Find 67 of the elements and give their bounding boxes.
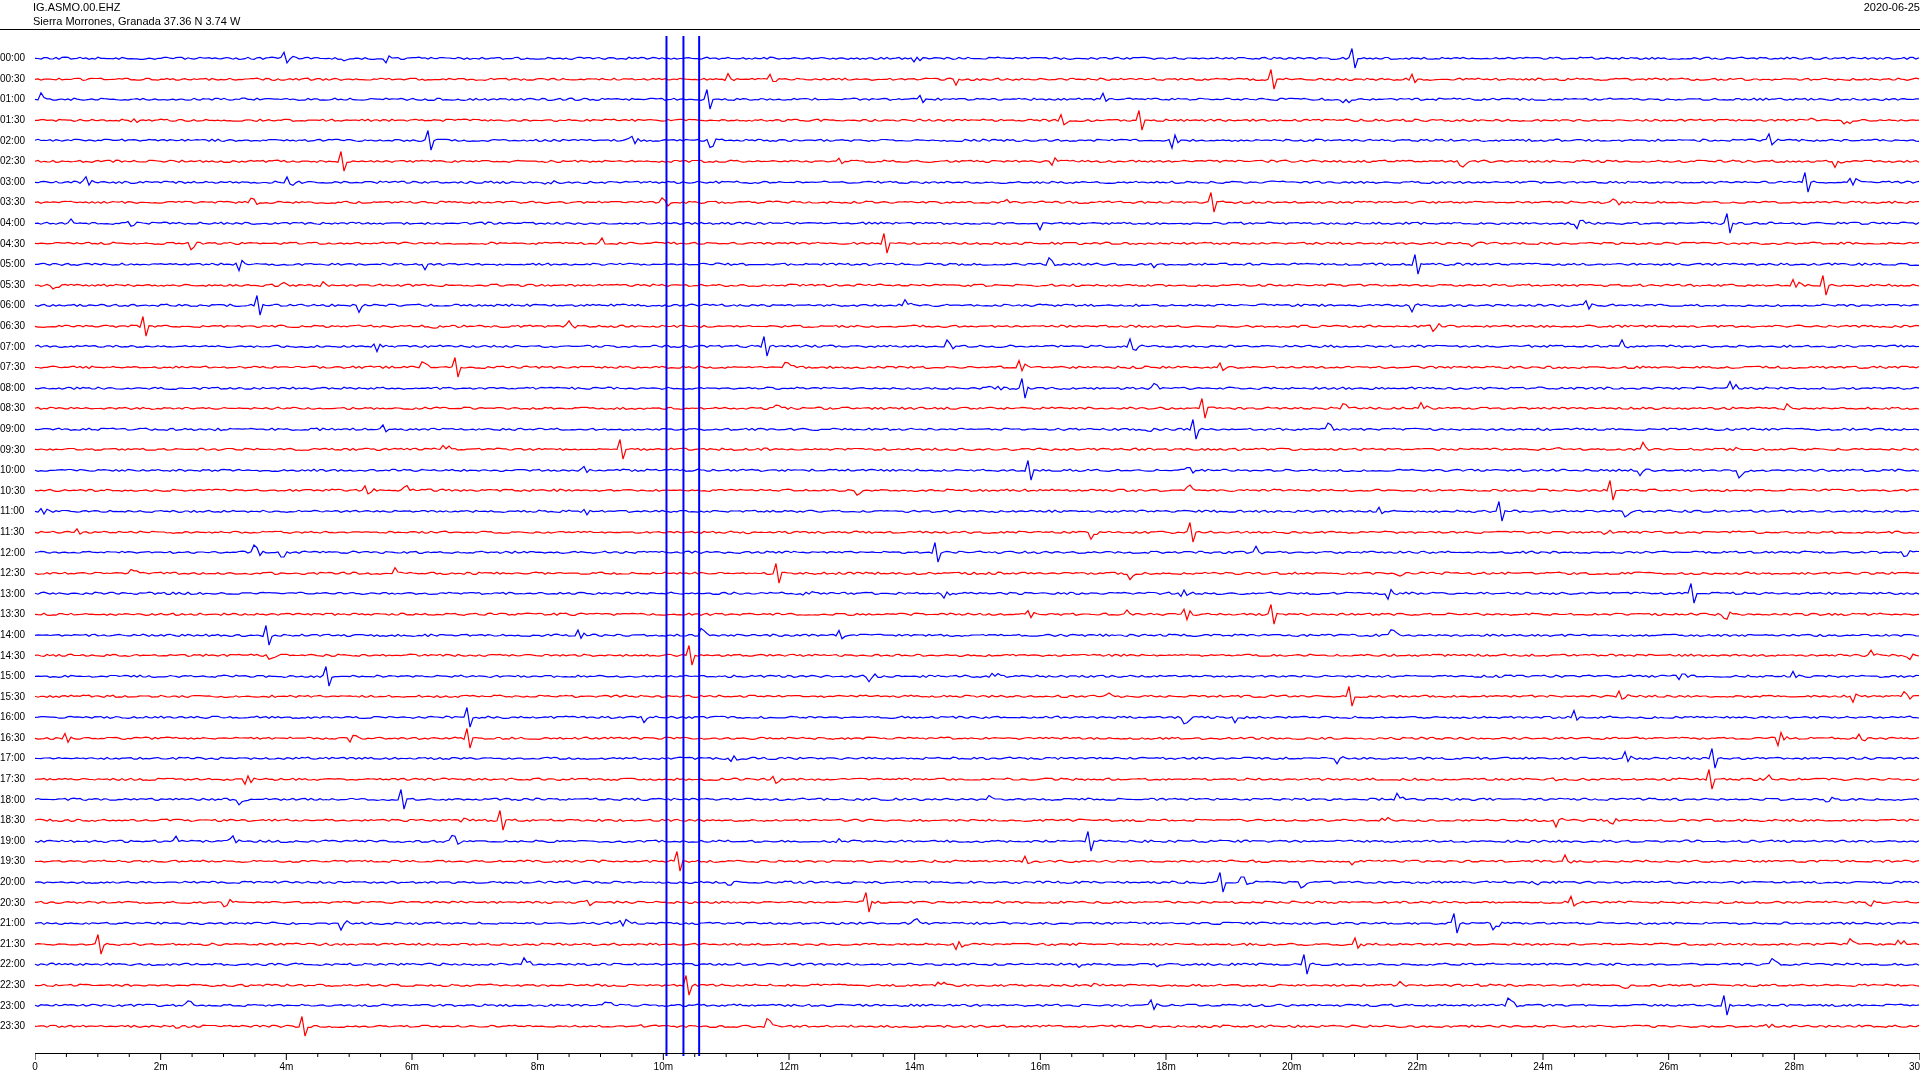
time-label: 10:30 (0, 485, 27, 496)
time-label: 18:00 (0, 794, 27, 805)
time-label: 15:30 (0, 691, 27, 702)
axis-label: 4m (279, 1061, 294, 1072)
time-label: 04:30 (0, 238, 27, 249)
time-label: 03:00 (0, 176, 27, 187)
time-label: 02:00 (0, 135, 27, 146)
time-label: 16:30 (0, 732, 27, 743)
time-label: 08:30 (0, 403, 27, 414)
time-label: 17:00 (0, 753, 27, 764)
time-label: 05:30 (0, 279, 27, 290)
date-label: 2020-06-25 (1863, 0, 1920, 14)
axis-label: 10m (653, 1061, 674, 1072)
axis-label: 30 (1908, 1061, 1920, 1072)
time-label: 21:30 (0, 938, 27, 949)
time-label: 11:30 (0, 526, 26, 537)
time-label: 22:30 (0, 980, 27, 990)
time-label: 17:30 (0, 774, 27, 785)
time-label: 12:00 (0, 547, 27, 558)
time-label: 22:00 (0, 959, 27, 970)
time-label: 08:00 (0, 382, 27, 393)
time-label: 14:00 (0, 629, 27, 640)
time-label: 23:30 (0, 1021, 27, 1032)
time-label: 06:30 (0, 321, 27, 331)
axis-label: 14m (904, 1061, 925, 1072)
axis-label: 6m (405, 1061, 419, 1072)
time-label: 04:00 (0, 218, 27, 229)
time-label: 13:30 (0, 609, 27, 620)
time-label: 12:30 (0, 568, 27, 579)
time-label: 05:00 (0, 259, 27, 270)
axis-label: 28m (1784, 1061, 1805, 1072)
axis-label: 18m (1156, 1061, 1176, 1072)
time-label: 07:30 (0, 362, 27, 373)
time-label: 01:00 (0, 94, 27, 105)
time-label: 07:00 (0, 341, 27, 352)
time-label: 15:00 (0, 671, 27, 682)
axis-label: 24m (1533, 1061, 1553, 1072)
station-code: IG.ASMO.00.EHZ (33, 0, 122, 14)
time-label: 11:00 (0, 506, 26, 517)
time-label: 21:00 (0, 918, 27, 929)
time-label: 20:00 (0, 877, 27, 888)
axis-label: 22m (1407, 1061, 1428, 1072)
time-label: 09:30 (0, 444, 27, 455)
time-label: 20:30 (0, 897, 27, 908)
time-label: 00:00 (0, 53, 27, 64)
axis-label: 16m (1030, 1061, 1051, 1072)
time-label: 03:30 (0, 197, 27, 208)
time-label: 06:00 (0, 300, 27, 311)
time-label: 23:00 (0, 1000, 27, 1011)
time-label: 02:30 (0, 156, 27, 167)
axis-label: 20m (1281, 1061, 1302, 1072)
axis-label: 26m (1658, 1061, 1679, 1072)
station-location: Sierra Morrones, Granada 37.36 N 3.74 W (33, 14, 241, 28)
time-label: 19:00 (0, 835, 27, 846)
time-label: 16:00 (0, 712, 27, 723)
time-label: 00:30 (0, 73, 27, 84)
time-label: 18:30 (0, 815, 27, 826)
axis-label: 0 (32, 1061, 38, 1072)
axis-label: 12m (779, 1061, 799, 1072)
axis-label: 2m (153, 1061, 168, 1072)
time-label: 14:30 (0, 650, 27, 661)
time-label: 10:00 (0, 465, 27, 476)
time-label: 19:30 (0, 856, 27, 867)
time-label: 13:00 (0, 588, 27, 599)
time-label: 01:30 (0, 115, 27, 126)
axis-label: 8m (530, 1061, 545, 1072)
time-label: 09:00 (0, 424, 27, 434)
